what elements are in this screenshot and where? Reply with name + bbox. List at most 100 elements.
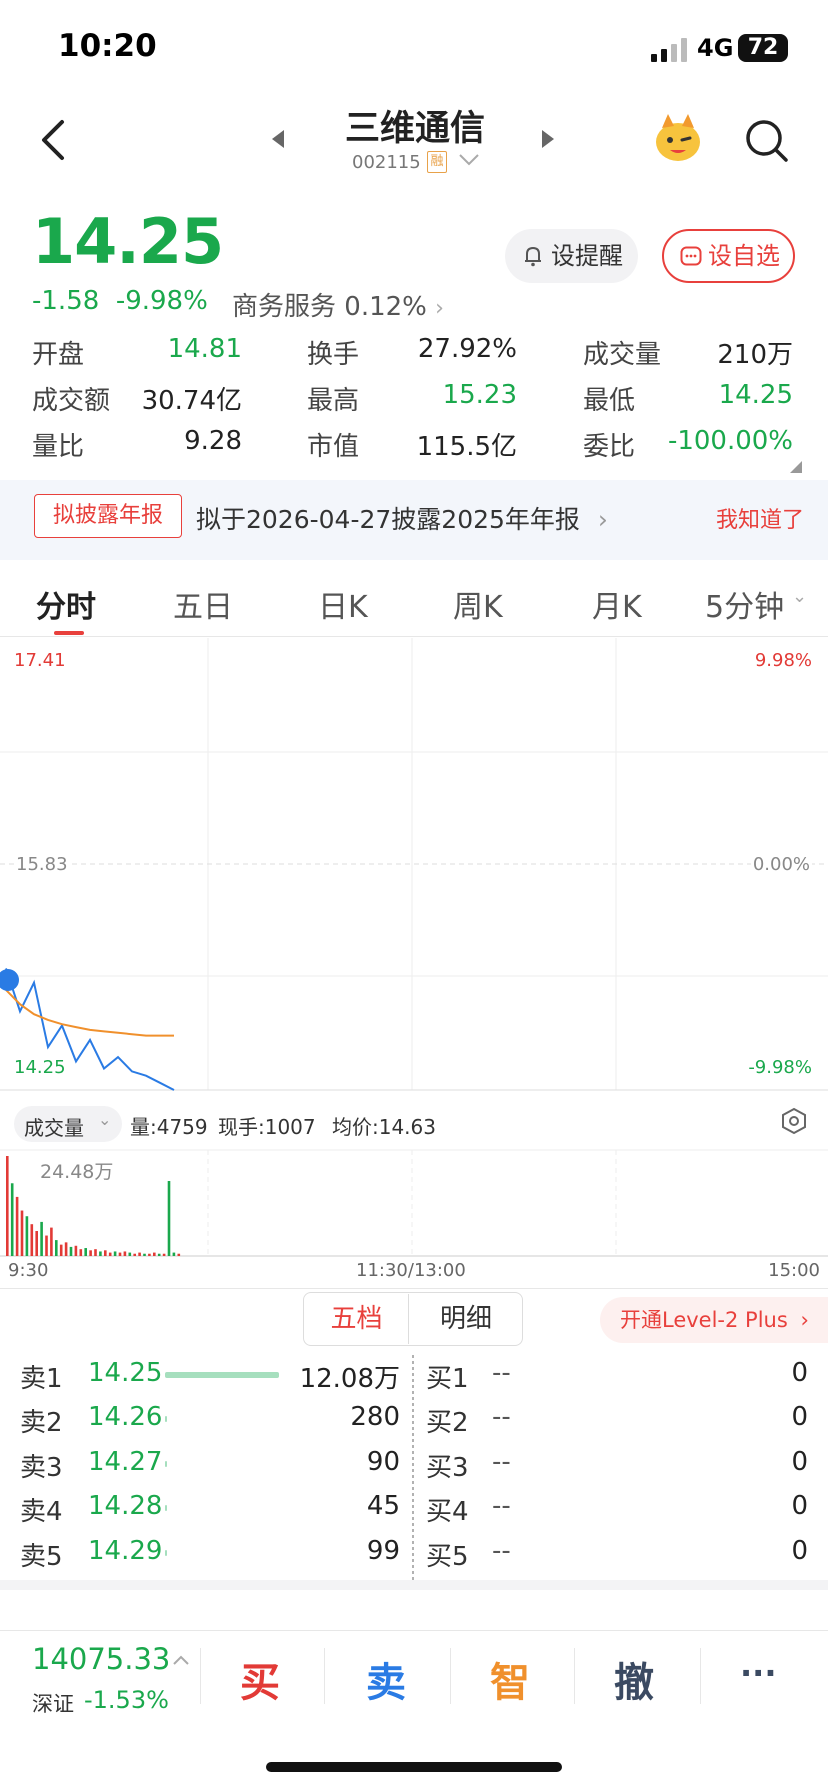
- volume-bar: [6, 1156, 9, 1256]
- chevron-down-icon[interactable]: [458, 152, 480, 168]
- dismiss-button[interactable]: 我知道了: [716, 502, 804, 534]
- ask-qty: 45: [366, 1491, 400, 1521]
- stat-value: 210万: [717, 340, 793, 370]
- tab-3[interactable]: 周K: [453, 582, 503, 626]
- volume-bar: [30, 1224, 34, 1256]
- volume-bar: [113, 1251, 117, 1256]
- mascot-icon[interactable]: [652, 112, 704, 164]
- bottom-separator: [574, 1648, 575, 1704]
- intraday-chart[interactable]: [0, 636, 828, 1276]
- sector-name: 商务服务: [232, 292, 337, 322]
- avg-price-info: 均价:14.63: [332, 1115, 436, 1139]
- ask-qty: 99: [366, 1536, 400, 1566]
- ask-price: 14.29: [88, 1536, 163, 1566]
- time-axis-start: 9:30: [8, 1260, 49, 1281]
- volume-bar: [84, 1248, 87, 1256]
- battery-icon: 72: [738, 34, 788, 62]
- bid-label: 买5: [426, 1542, 469, 1572]
- level2-upgrade-button[interactable]: 开通Level-2 Plus ›: [600, 1297, 828, 1343]
- change-percent: -9.98%: [115, 286, 208, 316]
- margin-badge: 融: [427, 151, 447, 173]
- set-alert-button[interactable]: 设提醒: [505, 229, 638, 283]
- volume-max-label: 24.48万: [40, 1161, 114, 1183]
- search-icon[interactable]: [744, 118, 790, 164]
- ask-price: 14.27: [88, 1447, 163, 1477]
- bottom-separator: [450, 1648, 451, 1704]
- volume-bar: [15, 1196, 19, 1256]
- orderbook-divider: [412, 1355, 414, 1580]
- volume-selector[interactable]: 成交量 ⌄: [14, 1106, 122, 1142]
- home-indicator[interactable]: [266, 1762, 562, 1772]
- chevron-up-icon[interactable]: [172, 1654, 190, 1666]
- chevron-down-icon: ⌄: [792, 586, 808, 607]
- stat-value: 27.92%: [417, 334, 517, 364]
- volume-bar: [138, 1252, 141, 1256]
- chart-bottom-divider: [0, 1288, 828, 1289]
- volume-bar: [99, 1251, 102, 1256]
- prev-stock-icon[interactable]: [270, 128, 286, 150]
- volume-bar: [74, 1245, 78, 1256]
- volume-bar: [89, 1250, 92, 1256]
- sell-button[interactable]: 卖: [366, 1650, 406, 1708]
- volume-bar: [25, 1216, 29, 1256]
- tab-0[interactable]: 分时: [36, 582, 96, 626]
- sector-link[interactable]: 商务服务 0.12% ›: [232, 286, 444, 323]
- volume-bar: [55, 1240, 58, 1256]
- hand-info: 现手:1007: [218, 1115, 316, 1139]
- stat-value: 15.23: [442, 380, 517, 410]
- volume-bar: [157, 1253, 161, 1256]
- tab-underline: [54, 631, 84, 635]
- index-value[interactable]: 14075.33: [32, 1642, 170, 1676]
- volume-bar: [148, 1253, 151, 1256]
- stock-code: 002115: [352, 152, 421, 173]
- settings-icon[interactable]: [780, 1107, 808, 1135]
- stat-label: 市值: [307, 432, 360, 462]
- bid-label: 买4: [426, 1497, 469, 1527]
- volume-bar: [79, 1249, 83, 1256]
- volume-bar: [128, 1252, 132, 1256]
- more-button[interactable]: ···: [740, 1654, 776, 1692]
- buy-button[interactable]: 买: [240, 1650, 280, 1708]
- bottom-separator: [324, 1648, 325, 1704]
- bottom-separator: [200, 1648, 201, 1704]
- start-marker: [0, 969, 19, 991]
- cancel-order-button[interactable]: 撤: [614, 1650, 654, 1708]
- volume-bar: [104, 1250, 107, 1256]
- smart-order-button[interactable]: 智: [490, 1650, 530, 1708]
- volume-bar: [35, 1231, 38, 1256]
- tab-5[interactable]: 5分钟: [705, 582, 784, 626]
- ask-label: 卖4: [20, 1497, 63, 1527]
- volume-bar: [143, 1253, 146, 1256]
- tab-1[interactable]: 五日: [173, 582, 233, 626]
- ask-qty: 12.08万: [299, 1364, 400, 1394]
- bid-price: --: [492, 1402, 511, 1432]
- expand-corner-icon[interactable]: [790, 461, 802, 473]
- volume-bar: [133, 1253, 136, 1256]
- bid-label: 买1: [426, 1364, 469, 1394]
- stat-value: 9.28: [184, 426, 242, 456]
- announcement-text[interactable]: 拟于2026-04-27披露2025年年报 ›: [196, 500, 608, 536]
- back-icon[interactable]: [38, 118, 68, 162]
- next-stock-icon[interactable]: [540, 128, 556, 150]
- tab-4[interactable]: 月K: [592, 582, 642, 626]
- bid-label: 买3: [426, 1453, 469, 1483]
- sector-change: 0.12%: [344, 292, 427, 322]
- stat-label: 换手: [307, 340, 360, 370]
- chevron-right-icon: ›: [800, 1308, 809, 1332]
- ask-label: 卖1: [20, 1364, 63, 1394]
- volume-bar: [108, 1252, 112, 1256]
- tab-details[interactable]: 明细: [411, 1294, 521, 1344]
- tab-2[interactable]: 日K: [318, 582, 368, 626]
- volume-bar: [153, 1252, 156, 1256]
- stock-title: 三维通信: [344, 109, 485, 149]
- tab-five-levels[interactable]: 五档: [305, 1294, 409, 1344]
- volume-bar: [20, 1210, 24, 1256]
- add-watchlist-button[interactable]: 设自选: [662, 229, 795, 283]
- ask-volume-bar: [165, 1416, 168, 1422]
- stat-value: 115.5亿: [416, 432, 517, 462]
- time-axis-end: 15:00: [768, 1260, 820, 1281]
- pct-axis-mid: 0.00%: [750, 854, 812, 875]
- bid-price: --: [492, 1536, 511, 1566]
- ask-price: 14.25: [88, 1358, 163, 1388]
- bid-label: 买2: [426, 1408, 469, 1438]
